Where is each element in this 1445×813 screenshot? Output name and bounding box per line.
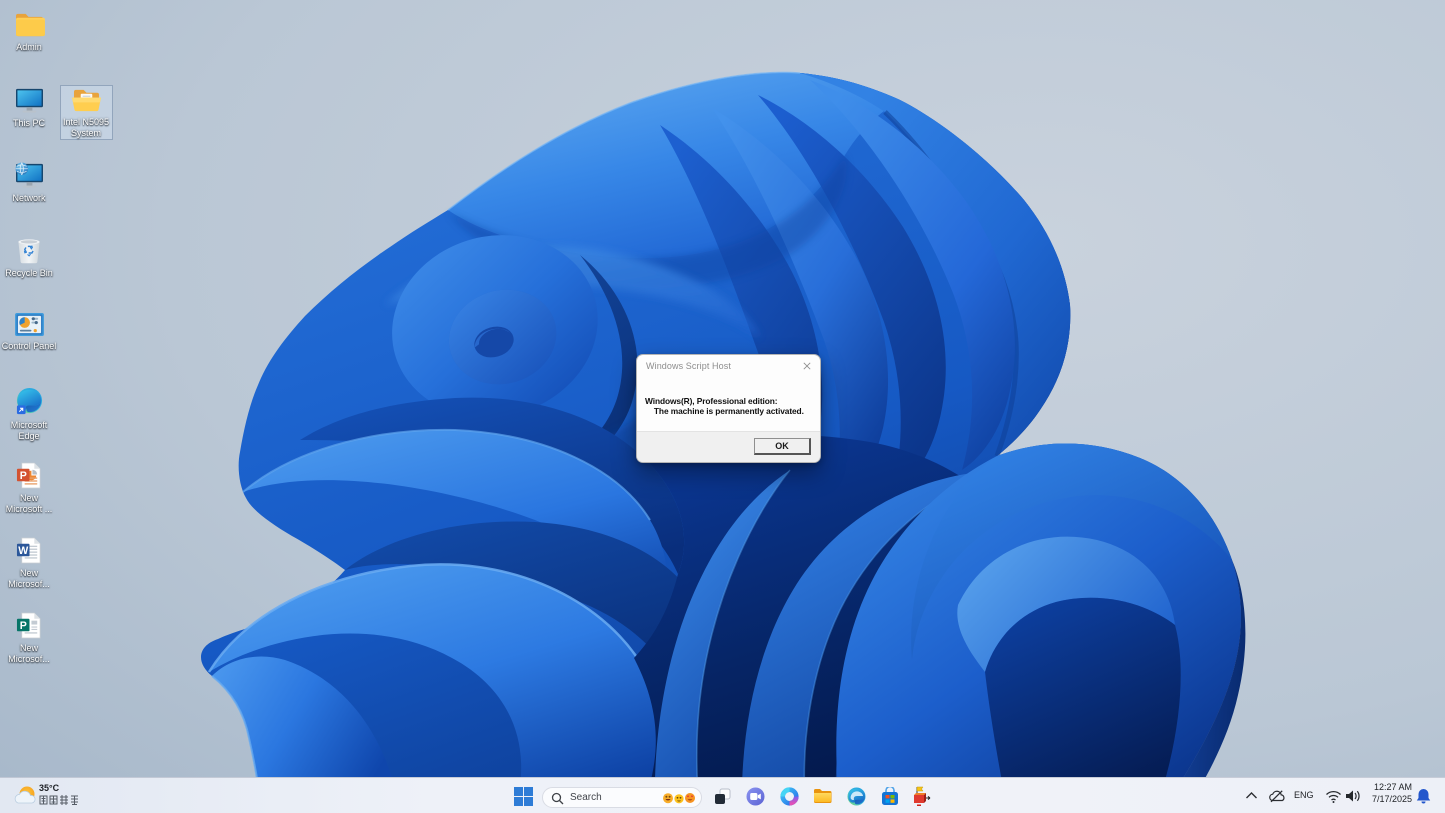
svg-text:P: P: [19, 620, 26, 632]
svg-text:P: P: [19, 470, 26, 482]
svg-text:W: W: [18, 545, 28, 557]
